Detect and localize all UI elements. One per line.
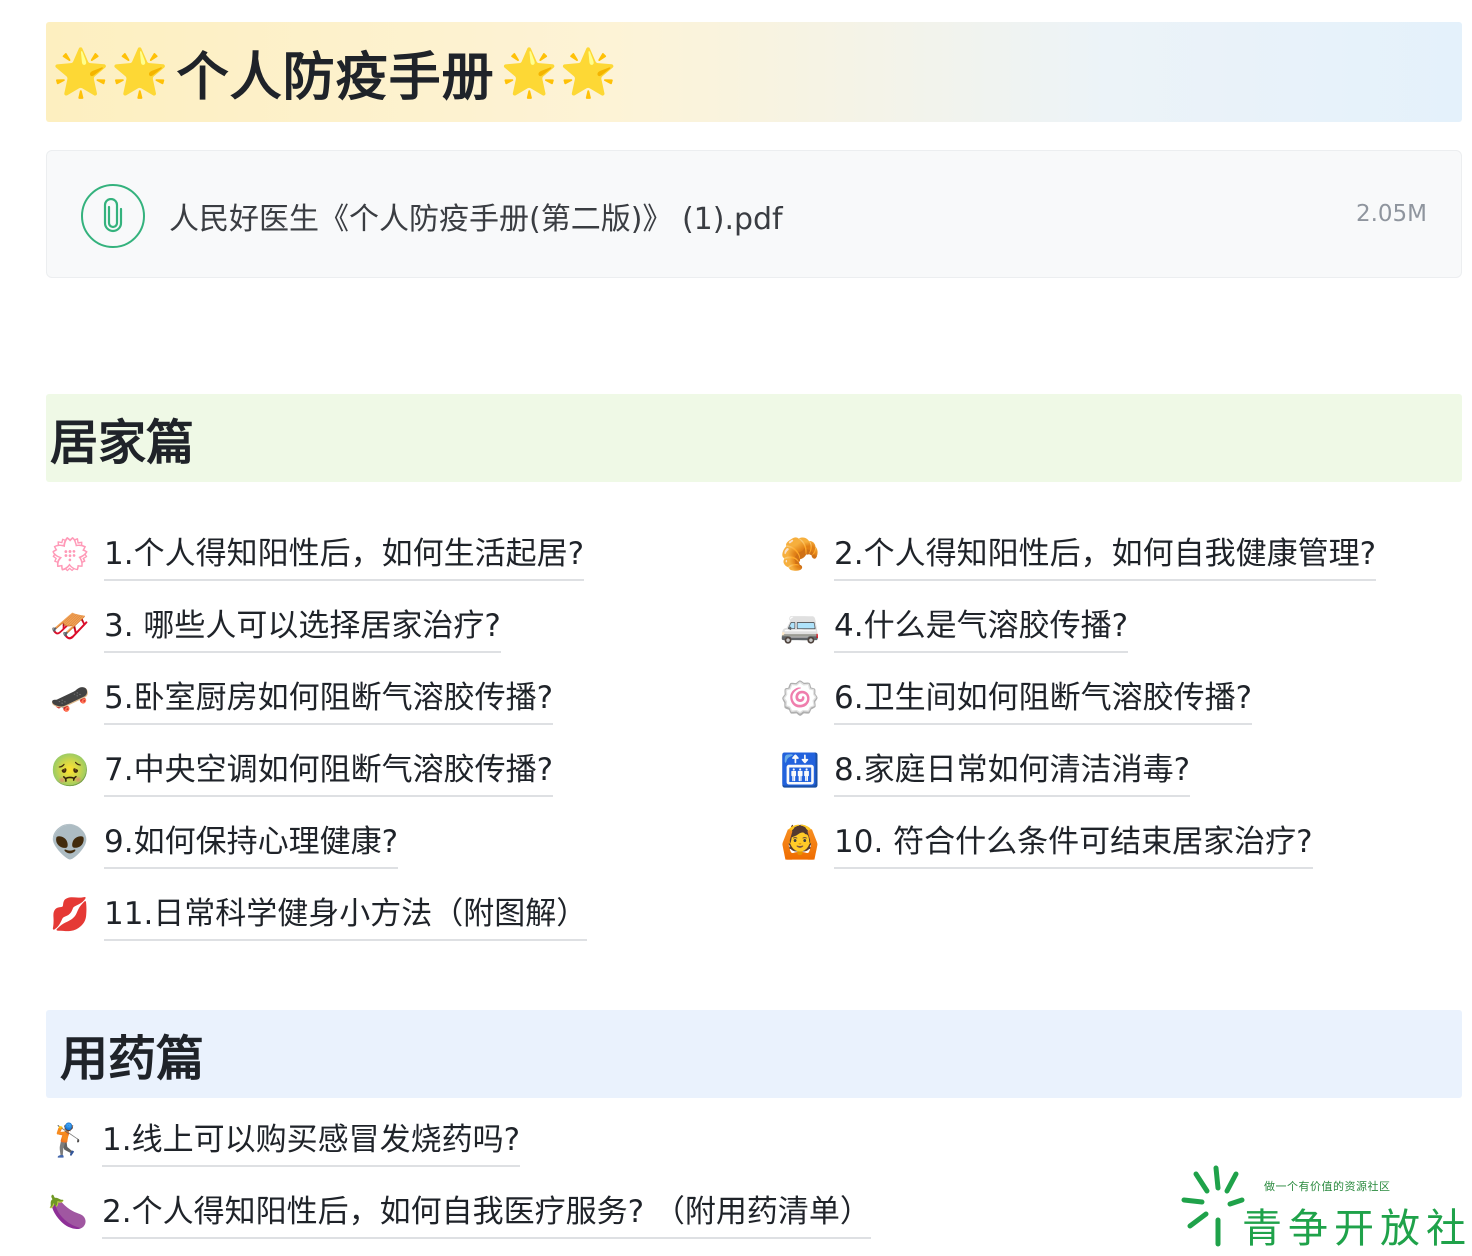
doc-link-item[interactable]: 🏌 1.线上可以购买感冒发烧药吗? xyxy=(46,1114,521,1167)
doc-link-label[interactable]: 1.个人得知阳性后，如何生活起居? xyxy=(104,528,585,581)
attachment-file-size: 2.05M xyxy=(1355,201,1427,227)
doc-link-item[interactable]: 💮 1.个人得知阳性后，如何生活起居? xyxy=(48,528,585,581)
doc-link-item[interactable]: 🤢 7.中央空调如何阻断气溶胶传播? xyxy=(48,744,554,797)
doc-link-label[interactable]: 5.卧室厨房如何阻断气溶胶传播? xyxy=(104,672,554,725)
doc-link-item[interactable]: 🍆 2.个人得知阳性后，如何自我医疗服务? （附用药清单） xyxy=(46,1186,871,1239)
nauseated-face-emoji-icon: 🤢 xyxy=(50,751,90,789)
doc-link-label[interactable]: 7.中央空调如何阻断气溶胶传播? xyxy=(104,744,554,797)
doc-link-label[interactable]: 1.线上可以购买感冒发烧药吗? xyxy=(102,1114,521,1167)
star-emoji-icon: 🌟🌟 xyxy=(52,45,171,99)
kiss-mark-emoji-icon: 💋 xyxy=(50,895,90,933)
doc-link-label[interactable]: 10. 符合什么条件可结束居家治疗? xyxy=(834,816,1313,869)
doc-link-item[interactable]: 🍥 6.卫生间如何阻断气溶胶传播? xyxy=(778,672,1253,725)
flower-emoji-icon: 💮 xyxy=(50,535,90,573)
fish-cake-emoji-icon: 🍥 xyxy=(780,679,820,717)
paperclip-icon xyxy=(81,184,145,248)
star-emoji-icon: 🌟🌟 xyxy=(500,45,620,99)
page-title-banner: 🌟🌟 个人防疫手册 🌟🌟 xyxy=(46,22,1462,122)
page-title: 个人防疫手册 xyxy=(176,47,495,108)
doc-link-item[interactable]: 👽 9.如何保持心理健康? xyxy=(48,816,399,869)
doc-link-item[interactable]: 💋 11.日常科学健身小方法（附图解） xyxy=(48,888,588,941)
section-header-medication: 用药篇 xyxy=(46,1010,1462,1098)
attachment-file-name[interactable]: 人民好医生《个人防疫手册(第二版)》 (1).pdf xyxy=(169,194,783,238)
sunburst-logo-icon xyxy=(1181,1165,1245,1247)
doc-link-item[interactable]: 🚐 4.什么是气溶胶传播? xyxy=(778,600,1129,653)
person-gesturing-ok-emoji-icon: 🙆 xyxy=(780,823,820,861)
pdf-attachment-card[interactable]: 人民好医生《个人防疫手册(第二版)》 (1).pdf 2.05M xyxy=(46,150,1462,278)
watermark-tagline: 做一个有价值的资源社区 xyxy=(1264,1180,1391,1193)
golfer-emoji-icon: 🏌 xyxy=(48,1121,88,1159)
section-title: 用药篇 xyxy=(60,1031,205,1087)
eggplant-emoji-icon: 🍆 xyxy=(48,1193,88,1231)
doc-link-item[interactable]: 🛷 3. 哪些人可以选择居家治疗? xyxy=(48,600,501,653)
alien-emoji-icon: 👽 xyxy=(50,823,90,861)
elevator-emoji-icon: 🛗 xyxy=(780,751,820,789)
sled-emoji-icon: 🛷 xyxy=(50,607,90,645)
doc-link-item[interactable]: 🥐 2.个人得知阳性后，如何自我健康管理? xyxy=(778,528,1377,581)
section-header-home: 居家篇 xyxy=(46,394,1462,482)
doc-link-item[interactable]: 🛗 8.家庭日常如何清洁消毒? xyxy=(778,744,1191,797)
doc-link-label[interactable]: 11.日常科学健身小方法（附图解） xyxy=(104,888,588,941)
doc-link-label[interactable]: 6.卫生间如何阻断气溶胶传播? xyxy=(834,672,1253,725)
croissant-emoji-icon: 🥐 xyxy=(780,535,820,573)
skateboard-emoji-icon: 🛹 xyxy=(50,679,90,717)
section-title: 居家篇 xyxy=(50,415,195,471)
doc-link-label[interactable]: 8.家庭日常如何清洁消毒? xyxy=(834,744,1191,797)
minibus-emoji-icon: 🚐 xyxy=(780,607,820,645)
doc-link-label[interactable]: 2.个人得知阳性后，如何自我健康管理? xyxy=(834,528,1377,581)
doc-link-label[interactable]: 9.如何保持心理健康? xyxy=(104,816,399,869)
doc-link-item[interactable]: 🛹 5.卧室厨房如何阻断气溶胶传播? xyxy=(48,672,554,725)
doc-link-label[interactable]: 4.什么是气溶胶传播? xyxy=(834,600,1129,653)
doc-link-item[interactable]: 🙆 10. 符合什么条件可结束居家治疗? xyxy=(778,816,1313,869)
watermark-brand: 青争开放社区 xyxy=(1242,1206,1472,1252)
doc-link-label[interactable]: 2.个人得知阳性后，如何自我医疗服务? （附用药清单） xyxy=(102,1186,871,1239)
watermark: 做一个有价值的资源社区 青争开放社区 xyxy=(1180,1160,1472,1252)
doc-link-label[interactable]: 3. 哪些人可以选择居家治疗? xyxy=(104,600,501,653)
